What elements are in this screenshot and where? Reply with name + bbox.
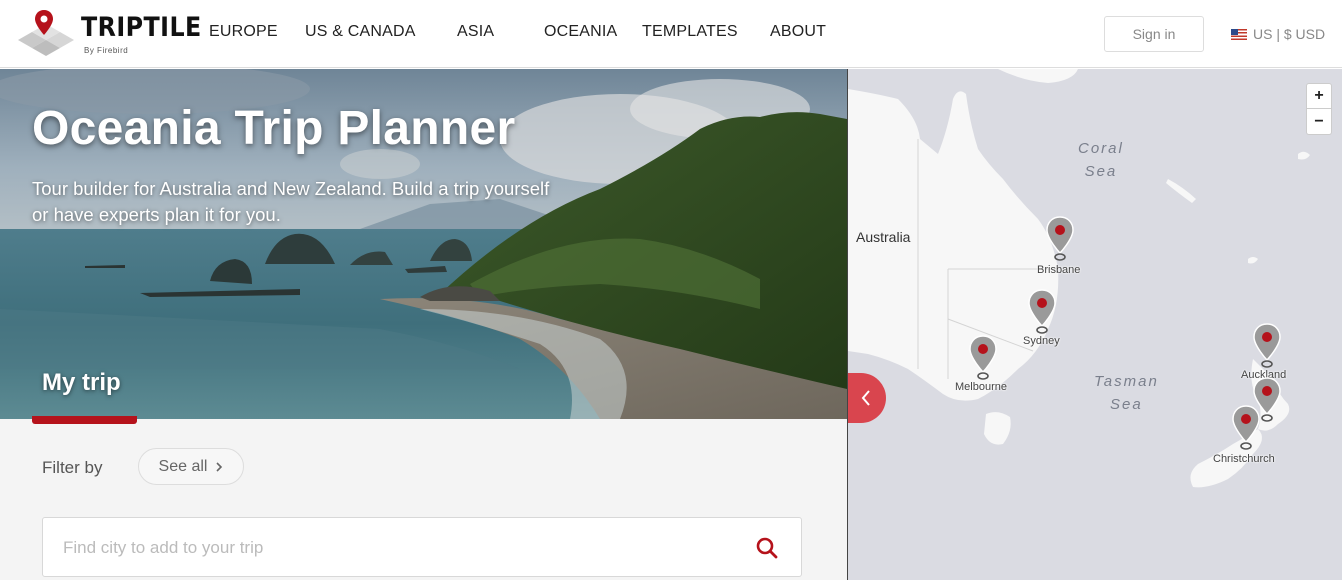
my-trip-tab-indicator xyxy=(32,416,137,424)
page-subtitle: Tour builder for Australia and New Zeala… xyxy=(32,178,550,225)
trip-panel: Filter by See all xyxy=(0,419,847,580)
filter-label: Filter by xyxy=(42,458,103,477)
christchurch-pin-icon[interactable] xyxy=(1231,404,1261,452)
nav-europe[interactable]: EUROPE xyxy=(209,23,278,41)
page-title: Oceania Trip Planner xyxy=(32,102,516,155)
see-all-button[interactable]: See all xyxy=(138,448,244,485)
brisbane-label: Brisbane xyxy=(1037,264,1081,276)
sydney-label: Sydney xyxy=(1023,335,1060,347)
tasman-sea-label: Tasman Sea xyxy=(1094,373,1159,413)
brand-tagline: By Firebird xyxy=(84,46,129,55)
site-header: TRIPTILE By Firebird EUROPE US & CANADA … xyxy=(0,0,1342,68)
melbourne-pin-icon[interactable] xyxy=(968,334,998,382)
search-icon[interactable] xyxy=(755,536,779,560)
city-search-input[interactable] xyxy=(63,536,723,560)
us-flag-icon xyxy=(1231,28,1247,40)
sydney-pin-icon[interactable] xyxy=(1027,288,1057,336)
my-trip-heading: My trip xyxy=(42,369,121,396)
nav-us-canada[interactable]: US & CANADA xyxy=(305,23,416,41)
chevron-right-icon xyxy=(216,461,223,472)
coral-sea-label: Coral Sea xyxy=(1078,140,1124,180)
chevron-left-icon xyxy=(861,390,870,406)
triptile-logo[interactable]: TRIPTILE By Firebird xyxy=(16,10,201,58)
hero-banner: Oceania Trip Planner Tour builder for Au… xyxy=(0,69,847,419)
trip-map[interactable]: Australia Coral Sea Tasman Sea Brisbane … xyxy=(847,69,1342,580)
auckland-pin-icon[interactable] xyxy=(1252,322,1282,370)
see-all-label: See all xyxy=(158,457,208,475)
brand-name: TRIPTILE xyxy=(81,12,202,43)
australia-label: Australia xyxy=(856,229,911,245)
melbourne-label: Melbourne xyxy=(955,381,1007,393)
zoom-out-button[interactable]: − xyxy=(1306,109,1332,135)
locale-label: US | $ USD xyxy=(1253,26,1326,42)
nav-about[interactable]: ABOUT xyxy=(770,23,826,41)
brisbane-pin-icon[interactable] xyxy=(1045,215,1075,263)
nav-asia[interactable]: ASIA xyxy=(457,23,494,41)
logo-pin-icon xyxy=(35,10,53,35)
city-search-box xyxy=(42,517,802,577)
sign-in-button[interactable]: Sign in xyxy=(1104,16,1204,52)
locale-selector[interactable]: US | $ USD xyxy=(1231,26,1325,42)
christchurch-label: Christchurch xyxy=(1213,453,1275,465)
nav-templates[interactable]: TEMPLATES xyxy=(642,23,738,41)
nav-oceania[interactable]: OCEANIA xyxy=(544,23,617,41)
zoom-in-button[interactable]: + xyxy=(1306,83,1332,109)
